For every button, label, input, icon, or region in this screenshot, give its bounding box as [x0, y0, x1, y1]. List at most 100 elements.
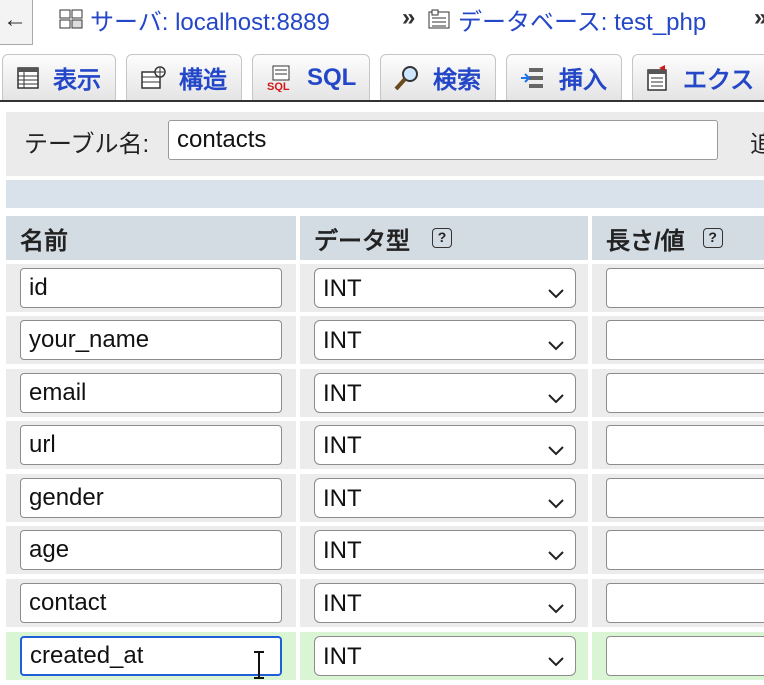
length-value-input[interactable] [606, 373, 764, 413]
tab-export[interactable]: エクス [632, 54, 764, 100]
tab-sql[interactable]: SQL SQL [252, 54, 370, 100]
length-value-input[interactable] [606, 425, 764, 465]
breadcrumb-separator: » [402, 4, 416, 31]
database-icon [426, 8, 454, 30]
section-band [6, 180, 764, 208]
table-browse-icon [15, 65, 41, 91]
breadcrumb-database-link[interactable]: データベース: test_php [426, 4, 706, 36]
row-length-cell [592, 316, 764, 364]
data-type-select[interactable]: INT [314, 373, 576, 413]
column-header-name-label: 名前 [20, 227, 68, 255]
text-cursor-icon [252, 650, 266, 685]
row-name-cell [6, 369, 296, 417]
chevron-down-icon [547, 384, 565, 412]
row-name-cell [6, 316, 296, 364]
column-name-input[interactable] [20, 530, 282, 570]
table-name-label: テーブル名: [24, 131, 150, 158]
row-name-cell [6, 264, 296, 312]
tab-export-label: エクス [683, 67, 755, 94]
column-name-input[interactable] [20, 583, 282, 623]
table-name-next-label: 追 [750, 131, 764, 158]
column-header-type: データ型 ? [300, 216, 588, 260]
tab-insert-label: 挿入 [559, 67, 607, 94]
structure-icon [139, 65, 167, 91]
breadcrumb-server-link[interactable]: サーバ: localhost:8889 [58, 4, 330, 36]
row-type-cell: INT [300, 316, 588, 364]
row-length-cell [592, 369, 764, 417]
breadcrumb: ← サーバ: localhost:8889 » データベース: test_php… [0, 0, 764, 46]
server-icon [58, 8, 86, 30]
tab-structure[interactable]: 構造 [126, 54, 242, 100]
length-value-input[interactable] [606, 530, 764, 570]
data-type-select[interactable]: INT [314, 636, 576, 676]
column-header-length: 長さ/値 ? [592, 216, 764, 260]
column-name-input[interactable] [20, 268, 282, 308]
column-name-input[interactable] [20, 636, 282, 676]
column-name-input[interactable] [20, 478, 282, 518]
tab-bar: 表示 構造 SQL SQL 検索 挿入 エクス [0, 54, 764, 101]
table-name-area: テーブル名: 追 [6, 112, 764, 176]
chevron-down-icon [547, 331, 565, 359]
length-value-input[interactable] [606, 636, 764, 676]
tab-sql-label: SQL [307, 63, 357, 91]
chevron-down-icon [547, 279, 565, 307]
data-type-select[interactable]: INT [314, 268, 576, 308]
length-value-input[interactable] [606, 478, 764, 518]
export-icon [645, 64, 671, 92]
row-length-cell [592, 526, 764, 574]
row-type-cell: INT [300, 421, 588, 469]
row-type-cell: INT [300, 632, 588, 680]
back-button[interactable]: ← [0, 0, 33, 45]
row-name-cell [6, 421, 296, 469]
column-name-input[interactable] [20, 373, 282, 413]
data-type-select[interactable]: INT [314, 320, 576, 360]
column-header-type-label: データ型 [314, 227, 410, 255]
row-name-cell [6, 632, 296, 680]
column-name-input[interactable] [20, 320, 282, 360]
data-type-value: INT [323, 275, 362, 302]
tab-browse[interactable]: 表示 [2, 54, 116, 100]
data-type-select[interactable]: INT [314, 530, 576, 570]
breadcrumb-separator-trailing: » [754, 4, 764, 32]
data-type-value: INT [323, 432, 362, 459]
help-icon[interactable]: ? [702, 228, 723, 248]
chevron-down-icon [547, 647, 565, 675]
chevron-down-icon [547, 489, 565, 517]
help-icon[interactable]: ? [432, 228, 452, 248]
svg-text:SQL: SQL [267, 81, 290, 92]
length-value-input[interactable] [606, 583, 764, 623]
row-length-cell [592, 632, 764, 680]
data-type-value: INT [323, 537, 362, 564]
length-value-input[interactable] [606, 268, 764, 308]
magnifier-icon [393, 64, 421, 92]
chevron-down-icon [547, 436, 565, 464]
tab-underline [0, 100, 764, 102]
row-length-cell [592, 264, 764, 312]
data-type-select[interactable]: INT [314, 583, 576, 623]
row-type-cell: INT [300, 264, 588, 312]
row-name-cell [6, 526, 296, 574]
data-type-value: INT [323, 643, 362, 670]
data-type-value: INT [323, 327, 362, 354]
table-name-input[interactable] [168, 120, 718, 160]
tab-structure-label: 構造 [179, 67, 227, 94]
row-name-cell [6, 579, 296, 627]
insert-icon [519, 65, 547, 91]
row-length-cell [592, 579, 764, 627]
row-length-cell [592, 421, 764, 469]
data-type-select[interactable]: INT [314, 478, 576, 518]
row-length-cell [592, 474, 764, 522]
data-type-select[interactable]: INT [314, 425, 576, 465]
tab-insert[interactable]: 挿入 [506, 54, 622, 100]
chevron-down-icon [547, 541, 565, 569]
chevron-down-icon [547, 594, 565, 622]
row-type-cell: INT [300, 579, 588, 627]
row-name-cell [6, 474, 296, 522]
length-value-input[interactable] [606, 320, 764, 360]
column-name-input[interactable] [20, 425, 282, 465]
column-header-length-label: 長さ/値 [606, 227, 685, 255]
tab-search[interactable]: 検索 [380, 54, 496, 100]
column-header-name: 名前 [6, 216, 296, 260]
row-type-cell: INT [300, 474, 588, 522]
row-type-cell: INT [300, 369, 588, 417]
